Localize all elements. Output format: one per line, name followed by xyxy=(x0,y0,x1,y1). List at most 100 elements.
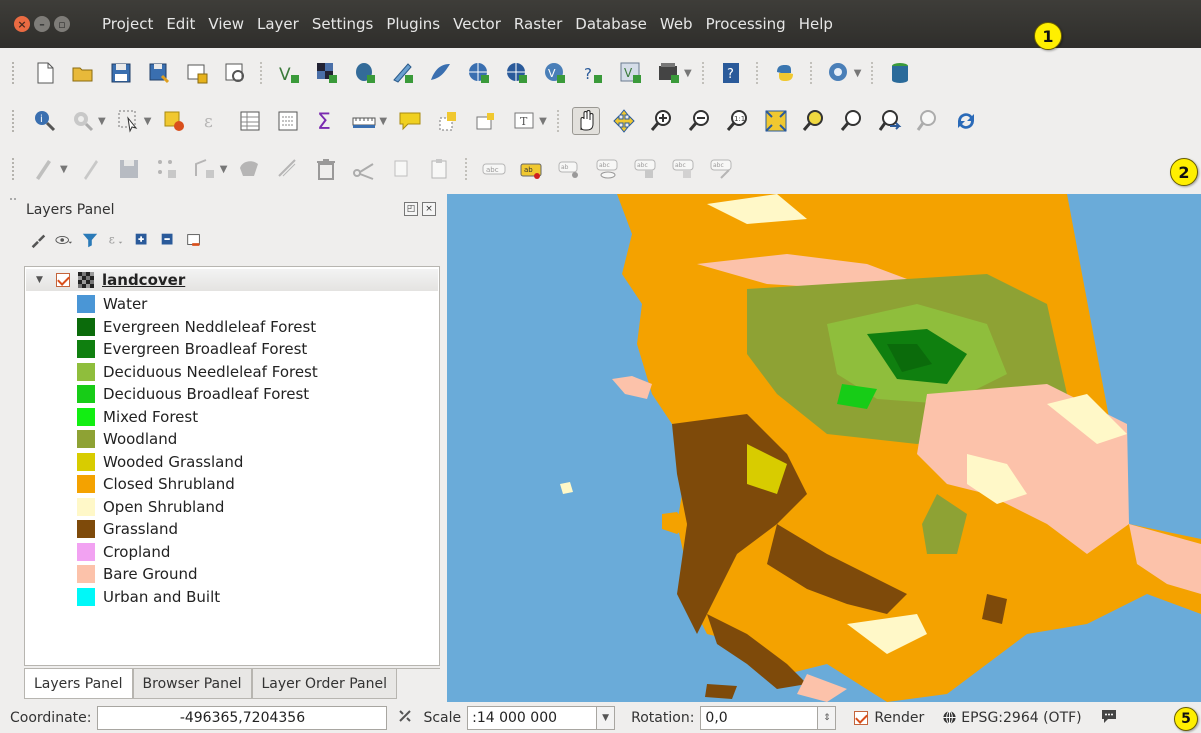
chevron-down-icon[interactable]: ▼ xyxy=(144,116,152,127)
menu-processing[interactable]: Processing xyxy=(704,13,788,35)
save-as-icon[interactable] xyxy=(145,59,173,87)
copy-features-icon[interactable] xyxy=(388,155,416,183)
add-line-icon[interactable] xyxy=(191,155,219,183)
add-geopackage-icon[interactable] xyxy=(655,59,683,87)
pin-labels-icon[interactable]: ab xyxy=(518,155,546,183)
add-wms-layer-icon[interactable] xyxy=(465,59,493,87)
paste-features-icon[interactable] xyxy=(426,155,454,183)
chevron-down-icon[interactable]: ▼ xyxy=(60,164,68,175)
menu-view[interactable]: View xyxy=(206,13,246,35)
tab-layers-panel[interactable]: Layers Panel xyxy=(24,669,133,699)
legend-item[interactable]: Wooded Grassland xyxy=(77,451,243,473)
menu-plugins[interactable]: Plugins xyxy=(384,13,442,35)
legend-item[interactable]: Cropland xyxy=(77,541,170,563)
show-hide-labels-icon[interactable]: abc xyxy=(594,155,622,183)
zoom-to-selection-icon[interactable] xyxy=(800,107,828,135)
highlight-pinned-icon[interactable]: ab xyxy=(556,155,584,183)
statistical-summary-icon[interactable] xyxy=(274,107,302,135)
map-canvas[interactable] xyxy=(447,194,1201,702)
legend-item[interactable]: Evergreen Neddleleaf Forest xyxy=(77,316,316,338)
chevron-down-icon[interactable]: ▼ xyxy=(220,164,228,175)
add-virtual-layer-icon[interactable]: V xyxy=(617,59,645,87)
pan-map-icon[interactable] xyxy=(571,107,600,135)
show-bookmarks-icon[interactable] xyxy=(472,107,500,135)
vertex-tool-icon[interactable] xyxy=(236,155,264,183)
legend-item[interactable]: Bare Ground xyxy=(77,563,198,585)
refresh-icon[interactable] xyxy=(952,107,980,135)
layer-visibility-checkbox[interactable] xyxy=(56,273,70,287)
chevron-down-icon[interactable]: ▼ xyxy=(854,68,862,79)
attribute-table-icon[interactable] xyxy=(236,107,264,135)
modify-attributes-icon[interactable] xyxy=(274,155,302,183)
filter-legend-icon[interactable] xyxy=(80,230,100,250)
open-styling-icon[interactable] xyxy=(28,230,48,250)
toolbar-grip[interactable] xyxy=(12,158,16,180)
float-panel-icon[interactable]: ◰ xyxy=(404,202,418,216)
new-project-icon[interactable] xyxy=(31,59,59,87)
current-edits-icon[interactable] xyxy=(31,155,59,183)
open-project-icon[interactable] xyxy=(69,59,97,87)
toggle-extents-icon[interactable] xyxy=(397,708,413,728)
pan-to-selection-icon[interactable] xyxy=(610,107,638,135)
panel-grip[interactable] xyxy=(10,198,16,204)
rotation-input[interactable]: 0,0 xyxy=(700,705,819,730)
add-wcs-layer-icon[interactable] xyxy=(503,59,531,87)
field-calculator-icon[interactable]: ε xyxy=(198,107,226,135)
expand-all-icon[interactable] xyxy=(132,230,152,250)
layout-manager-icon[interactable] xyxy=(221,59,249,87)
legend-item[interactable]: Deciduous Broadleaf Forest xyxy=(77,383,309,405)
window-close-button[interactable]: × xyxy=(14,16,30,32)
cut-features-icon[interactable] xyxy=(350,155,378,183)
measure-icon[interactable] xyxy=(350,107,378,135)
rotate-label-icon[interactable]: abc xyxy=(670,155,698,183)
map-tips-icon[interactable] xyxy=(396,107,424,135)
new-vector-layer-icon[interactable]: V xyxy=(275,59,303,87)
db-manager-icon[interactable] xyxy=(886,59,914,87)
scale-input[interactable]: :14 000 000 xyxy=(467,705,598,730)
identify-features-icon[interactable]: i xyxy=(31,107,59,135)
select-features-icon[interactable] xyxy=(115,107,143,135)
help-icon[interactable]: ? xyxy=(717,59,745,87)
sum-icon[interactable]: Σ xyxy=(312,107,340,135)
menu-database[interactable]: Database xyxy=(573,13,649,35)
menu-layer[interactable]: Layer xyxy=(255,13,301,35)
rotation-spinner-icon[interactable]: ⇕ xyxy=(818,705,837,730)
zoom-in-icon[interactable] xyxy=(648,107,676,135)
add-delimited-text-icon[interactable]: ? xyxy=(579,59,607,87)
label-tool-icon[interactable]: abc xyxy=(480,155,508,183)
add-point-icon[interactable] xyxy=(153,155,181,183)
legend-item[interactable]: Evergreen Broadleaf Forest xyxy=(77,338,307,360)
legend-item[interactable]: Open Shrubland xyxy=(77,496,224,518)
zoom-to-layer-icon[interactable] xyxy=(838,107,866,135)
menu-raster[interactable]: Raster xyxy=(512,13,564,35)
menu-project[interactable]: Project xyxy=(100,13,155,35)
add-mssql-layer-icon[interactable] xyxy=(427,59,455,87)
manage-themes-icon[interactable] xyxy=(54,230,74,250)
expand-arrow-icon[interactable]: ▼ xyxy=(36,275,46,285)
new-print-layout-icon[interactable] xyxy=(183,59,211,87)
tab-layer-order-panel[interactable]: Layer Order Panel xyxy=(251,669,397,699)
menu-edit[interactable]: Edit xyxy=(164,13,197,35)
scale-dropdown-icon[interactable]: ▼ xyxy=(597,705,616,730)
layer-row-landcover[interactable]: ▼ landcover xyxy=(26,269,438,291)
save-edits-icon[interactable] xyxy=(115,155,143,183)
move-label-icon[interactable]: abc xyxy=(632,155,660,183)
legend-item[interactable]: Deciduous Needleleaf Forest xyxy=(77,361,318,383)
zoom-last-icon[interactable] xyxy=(876,107,904,135)
legend-item[interactable]: Water xyxy=(77,293,147,315)
add-spatialite-layer-icon[interactable] xyxy=(389,59,417,87)
new-bookmark-icon[interactable] xyxy=(434,107,462,135)
legend-item[interactable]: Woodland xyxy=(77,428,177,450)
toolbar-grip[interactable] xyxy=(12,62,16,84)
add-postgis-layer-icon[interactable] xyxy=(351,59,379,87)
deselect-features-icon[interactable] xyxy=(160,107,188,135)
zoom-native-resolution-icon[interactable]: 1:1 xyxy=(724,107,752,135)
legend-item[interactable]: Urban and Built xyxy=(77,586,220,608)
crs-button[interactable]: EPSG:2964 (OTF) xyxy=(942,710,1082,726)
change-label-icon[interactable]: abc xyxy=(708,155,736,183)
messages-icon[interactable] xyxy=(1100,708,1118,728)
zoom-full-icon[interactable] xyxy=(762,107,790,135)
window-maximize-button[interactable]: ▫ xyxy=(54,16,70,32)
add-raster-layer-icon[interactable] xyxy=(313,59,341,87)
text-annotation-icon[interactable]: T xyxy=(510,107,538,135)
